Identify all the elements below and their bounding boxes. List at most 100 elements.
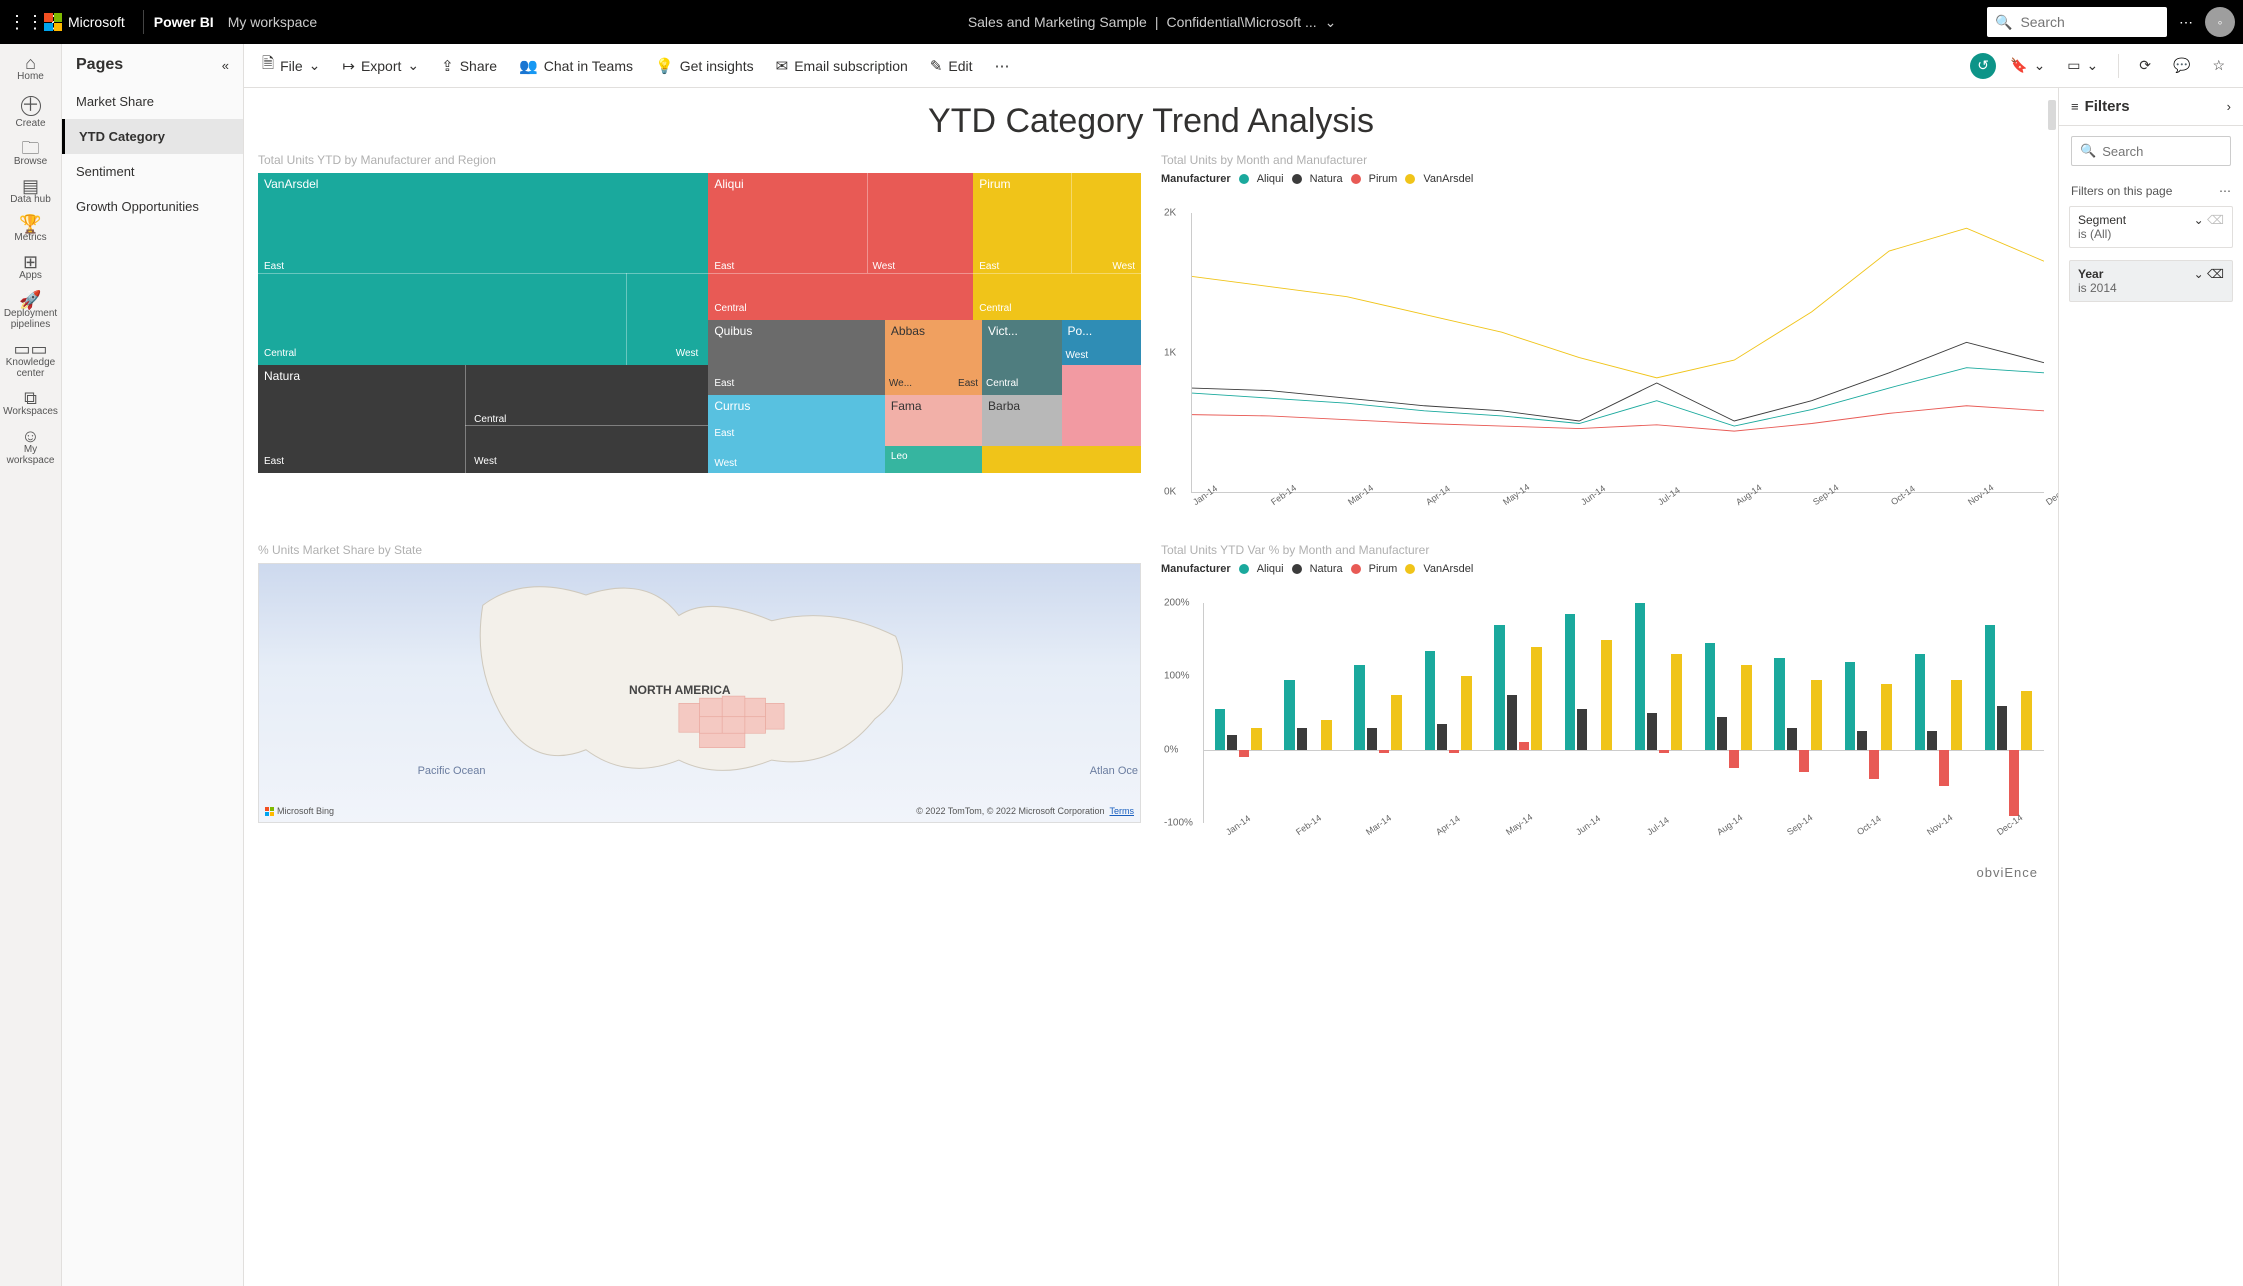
chevron-down-icon[interactable]: ⌄	[2194, 213, 2204, 227]
comment-button[interactable]: 💬	[2165, 53, 2198, 78]
viz-title: Total Units by Month and Manufacturer	[1161, 153, 2044, 167]
expand-filters-icon[interactable]: ›	[2227, 99, 2231, 114]
email-sub-button[interactable]: ✉Email subscription	[768, 53, 916, 79]
filter-card-segment[interactable]: Segment ⌄ ⌫ is (All)	[2069, 206, 2233, 248]
microsoft-label: Microsoft	[68, 14, 125, 30]
filters-search[interactable]: 🔍	[2071, 136, 2231, 166]
workspaces-icon: ⧉	[0, 393, 61, 404]
ocean-label: Atlan Oce	[1090, 765, 1138, 777]
divider	[2118, 54, 2119, 78]
bulb-icon: 💡	[655, 57, 674, 75]
nav-pipelines[interactable]: 🚀Deployment pipelines	[0, 287, 61, 336]
export-menu[interactable]: ↦Export⌄	[334, 53, 427, 79]
person-icon: ☺	[0, 431, 61, 442]
line-plot-area[interactable]: 2K 1K 0K	[1191, 213, 2044, 493]
nav-workspaces[interactable]: ⧉Workspaces	[0, 385, 61, 423]
chevron-down-icon[interactable]: ⌄	[1325, 14, 1337, 31]
more-icon[interactable]: ⋯	[2219, 184, 2231, 198]
nav-create[interactable]: ＋Create	[0, 88, 61, 135]
avatar[interactable]: ◦	[2205, 7, 2235, 37]
rocket-icon: 🚀	[0, 295, 61, 306]
sensitivity-label[interactable]: Confidential\Microsoft ...	[1166, 14, 1316, 30]
more-icon: ⋯	[995, 57, 1010, 75]
viz-title: % Units Market Share by State	[258, 543, 1141, 557]
map-region-label: NORTH AMERICA	[629, 683, 731, 697]
bar-legend: Manufacturer Aliqui Natura Pirum VanArsd…	[1161, 563, 2044, 575]
bookmark-icon: 🔖	[2010, 57, 2027, 74]
left-nav: ⌂Home ＋Create 🗀Browse ▤Data hub 🏆Metrics…	[0, 44, 62, 1286]
folder-icon: 🗀	[0, 143, 61, 154]
apps-icon: ⊞	[0, 257, 61, 268]
filter-card-year[interactable]: Year ⌄ ⌫ is 2014	[2069, 260, 2233, 302]
product-brand[interactable]: Power BI	[154, 14, 214, 30]
nav-knowledge[interactable]: ▭▭Knowledge center	[0, 336, 61, 385]
viz-treemap[interactable]: Total Units YTD by Manufacturer and Regi…	[258, 153, 1141, 527]
nav-browse[interactable]: 🗀Browse	[0, 135, 61, 173]
nav-datahub[interactable]: ▤Data hub	[0, 173, 61, 211]
filters-pane: ≡ Filters › 🔍 Filters on this page ⋯ Seg…	[2058, 88, 2243, 1286]
bar-plot-area[interactable]: 200% 100% 0% -100%	[1203, 603, 2044, 823]
view-icon: ▭	[2067, 57, 2080, 74]
page-market-share[interactable]: Market Share	[62, 84, 243, 119]
mail-icon: ✉	[776, 57, 789, 75]
global-search-input[interactable]	[2020, 14, 2140, 30]
treemap-body[interactable]: VanArsdel East Central West Aliqui East	[258, 173, 1141, 473]
ocean-label: Pacific Ocean	[418, 765, 486, 777]
reset-button[interactable]: ↺	[1970, 53, 1996, 79]
nav-home[interactable]: ⌂Home	[0, 50, 61, 88]
line-x-axis: Jan-14Feb-14Mar-14Apr-14May-14Jun-14Jul-…	[1191, 493, 2044, 527]
share-button[interactable]: ⇪Share	[433, 53, 505, 79]
plus-icon: ＋	[21, 96, 41, 116]
comment-icon: 💬	[2173, 57, 2190, 74]
page-sentiment[interactable]: Sentiment	[62, 154, 243, 189]
scroll-indicator[interactable]	[2048, 100, 2056, 130]
search-icon: 🔍	[2080, 143, 2096, 159]
clear-filter-icon[interactable]: ⌫	[2207, 213, 2224, 227]
pages-title: Pages	[76, 56, 123, 74]
microsoft-logo-icon	[44, 13, 62, 31]
chevron-down-icon[interactable]: ⌄	[2194, 267, 2204, 281]
bookmark-button[interactable]: 🔖⌄	[2002, 53, 2053, 78]
search-icon: 🔍	[1995, 14, 2012, 31]
page-title: YTD Category Trend Analysis	[258, 102, 2044, 141]
global-search[interactable]: 🔍	[1987, 7, 2167, 37]
divider: |	[1155, 14, 1159, 30]
file-icon: 🗎	[262, 53, 274, 78]
collapse-pages-icon[interactable]: «	[222, 58, 229, 73]
nav-my-workspace[interactable]: ☺My workspace	[0, 423, 61, 472]
favorite-button[interactable]: ☆	[2204, 53, 2233, 78]
report-toolbar: 🗎File⌄ ↦Export⌄ ⇪Share 👥Chat in Teams 💡G…	[244, 44, 2243, 88]
page-ytd-category[interactable]: YTD Category	[62, 119, 243, 154]
refresh-button[interactable]: ⟳	[2131, 53, 2159, 78]
breadcrumb-workspace[interactable]: My workspace	[228, 14, 317, 30]
report-name[interactable]: Sales and Marketing Sample	[968, 14, 1147, 30]
page-growth[interactable]: Growth Opportunities	[62, 189, 243, 224]
app-launcher-icon[interactable]: ⋮⋮⋮	[8, 12, 40, 33]
file-menu[interactable]: 🗎File⌄	[254, 49, 328, 82]
viz-line[interactable]: Total Units by Month and Manufacturer Ma…	[1161, 153, 2044, 527]
nav-metrics[interactable]: 🏆Metrics	[0, 211, 61, 249]
viz-map[interactable]: % Units Market Share by State	[258, 543, 1141, 857]
home-icon: ⌂	[0, 58, 61, 69]
clear-filter-icon[interactable]: ⌫	[2207, 267, 2224, 281]
divider	[143, 10, 144, 34]
map-body[interactable]: NORTH AMERICA Pacific Ocean Atlan Oce Mi…	[258, 563, 1141, 823]
view-button[interactable]: ▭⌄	[2059, 53, 2106, 78]
filters-search-input[interactable]	[2102, 144, 2222, 159]
star-icon: ☆	[2212, 57, 2225, 74]
insights-button[interactable]: 💡Get insights	[647, 53, 762, 79]
chat-teams-button[interactable]: 👥Chat in Teams	[511, 53, 641, 79]
nav-apps[interactable]: ⊞Apps	[0, 249, 61, 287]
viz-title: Total Units YTD by Manufacturer and Regi…	[258, 153, 1141, 167]
map-terms-link[interactable]: Terms	[1110, 806, 1135, 816]
map-copyright: © 2022 TomTom, © 2022 Microsoft Corporat…	[916, 806, 1134, 816]
more-button[interactable]: ⋯	[987, 53, 1018, 79]
viz-clustered-bar[interactable]: Total Units YTD Var % by Month and Manuf…	[1161, 543, 2044, 857]
teams-icon: 👥	[519, 57, 538, 75]
refresh-icon: ⟳	[2139, 57, 2151, 74]
global-header: ⋮⋮⋮ Microsoft Power BI My workspace Sale…	[0, 0, 2243, 44]
edit-button[interactable]: ✎Edit	[922, 53, 981, 79]
more-icon[interactable]: ⋯	[2179, 14, 2193, 31]
chevron-down-icon: ⌄	[407, 57, 419, 74]
pencil-icon: ✎	[930, 57, 943, 75]
